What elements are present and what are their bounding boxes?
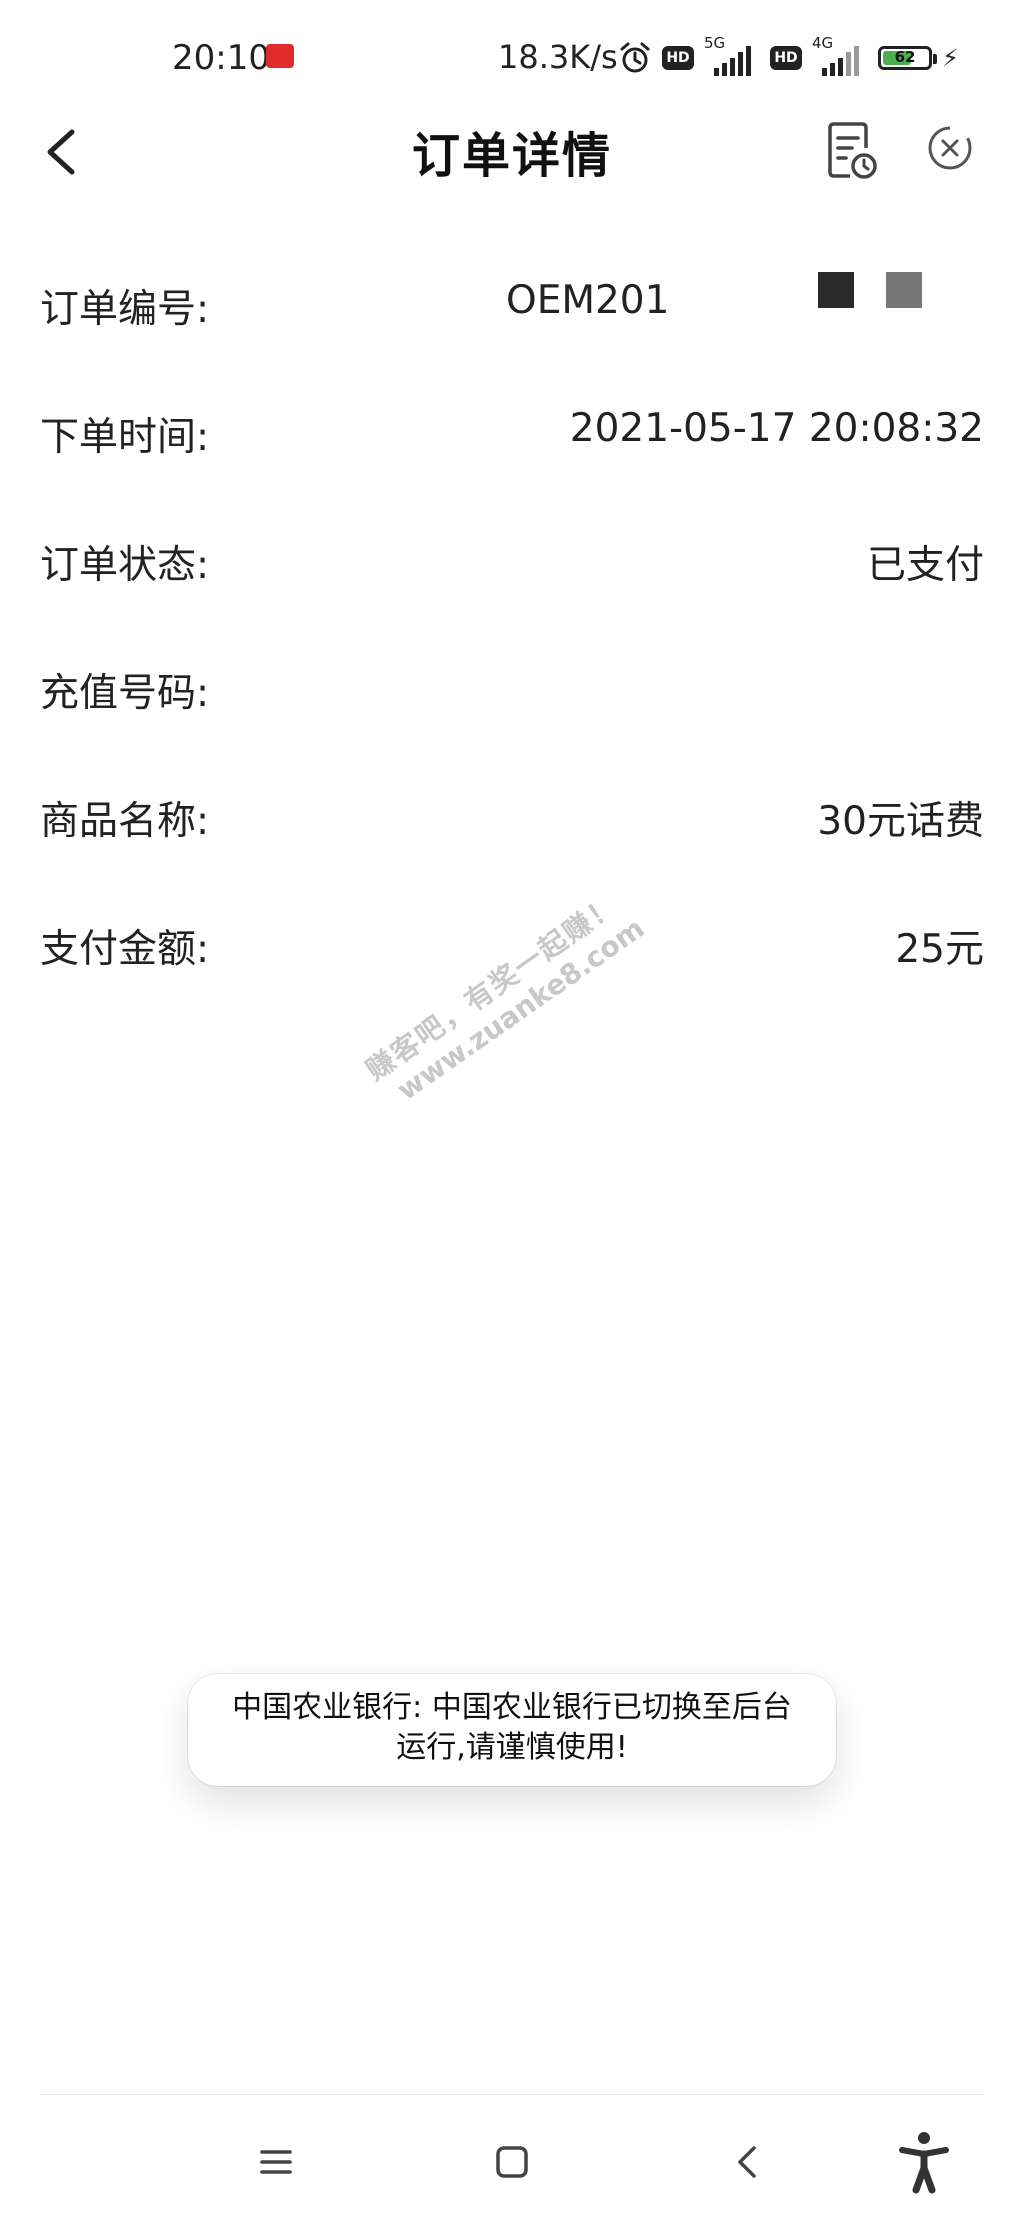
app-notification-icon [266,44,294,68]
battery-icon: 62 [878,46,937,70]
status-time: 20:10 [172,38,270,78]
top-bar: 订单详情 [0,108,1024,238]
order-number-value: OEM201 [506,278,670,323]
accessibility-button[interactable] [894,2132,954,2194]
alarm-icon [620,42,650,73]
back-icon [738,2146,756,2178]
recharge-number-row: 充值号码: [40,652,984,732]
recharge-number-label: 充值号码: [40,671,210,716]
close-button[interactable] [924,122,976,174]
navigation-bar [0,2112,1024,2212]
redaction-block [818,272,854,308]
payment-amount-value: 25元 [895,927,984,972]
order-time-label: 下单时间: [40,415,210,460]
home-button[interactable] [482,2132,542,2192]
charging-icon: ⚡ [942,44,959,72]
order-number-label: 订单编号: [40,287,210,332]
divider [40,2094,984,2095]
product-name-row: 商品名称: 30元话费 [40,780,984,860]
home-square-icon [496,2146,528,2178]
toast-notification: 中国农业银行: 中国农业银行已切换至后台运行,请谨慎使用! [188,1674,836,1786]
recent-apps-button[interactable] [246,2132,306,2192]
status-bar: 20:10 18.3K/s HD 5G HD 4G 62 ⚡ [0,0,1024,118]
menu-icon [260,2150,292,2174]
product-name-label: 商品名称: [40,799,210,844]
network-speed: 18.3K/s [498,38,618,76]
order-status-label: 订单状态: [40,543,210,588]
order-time-value: 2021-05-17 20:08:32 [569,406,984,451]
nav-back-button[interactable] [718,2132,778,2192]
close-circle-icon [928,126,972,170]
payment-amount-label: 支付金额: [40,927,210,972]
toast-text: 中国农业银行: 中国农业银行已切换至后台运行,请谨慎使用! [232,1690,792,1765]
order-status-row: 订单状态: 已支付 [40,524,984,604]
accessibility-icon [899,2132,949,2194]
signal-4g-icon: 4G [812,34,868,76]
order-time-row: 下单时间: 2021-05-17 20:08:32 [40,396,984,476]
status-icons: HD 5G HD 4G 62 ⚡ [618,34,959,80]
signal-5g-icon: 5G [704,34,760,76]
hd-icon: HD [770,46,802,70]
document-clock-icon [828,122,877,179]
order-status-value: 已支付 [866,543,984,588]
redaction-block [886,272,922,308]
order-record-button[interactable] [822,118,882,182]
hd-icon: HD [662,46,694,70]
product-name-value: 30元话费 [817,799,984,844]
